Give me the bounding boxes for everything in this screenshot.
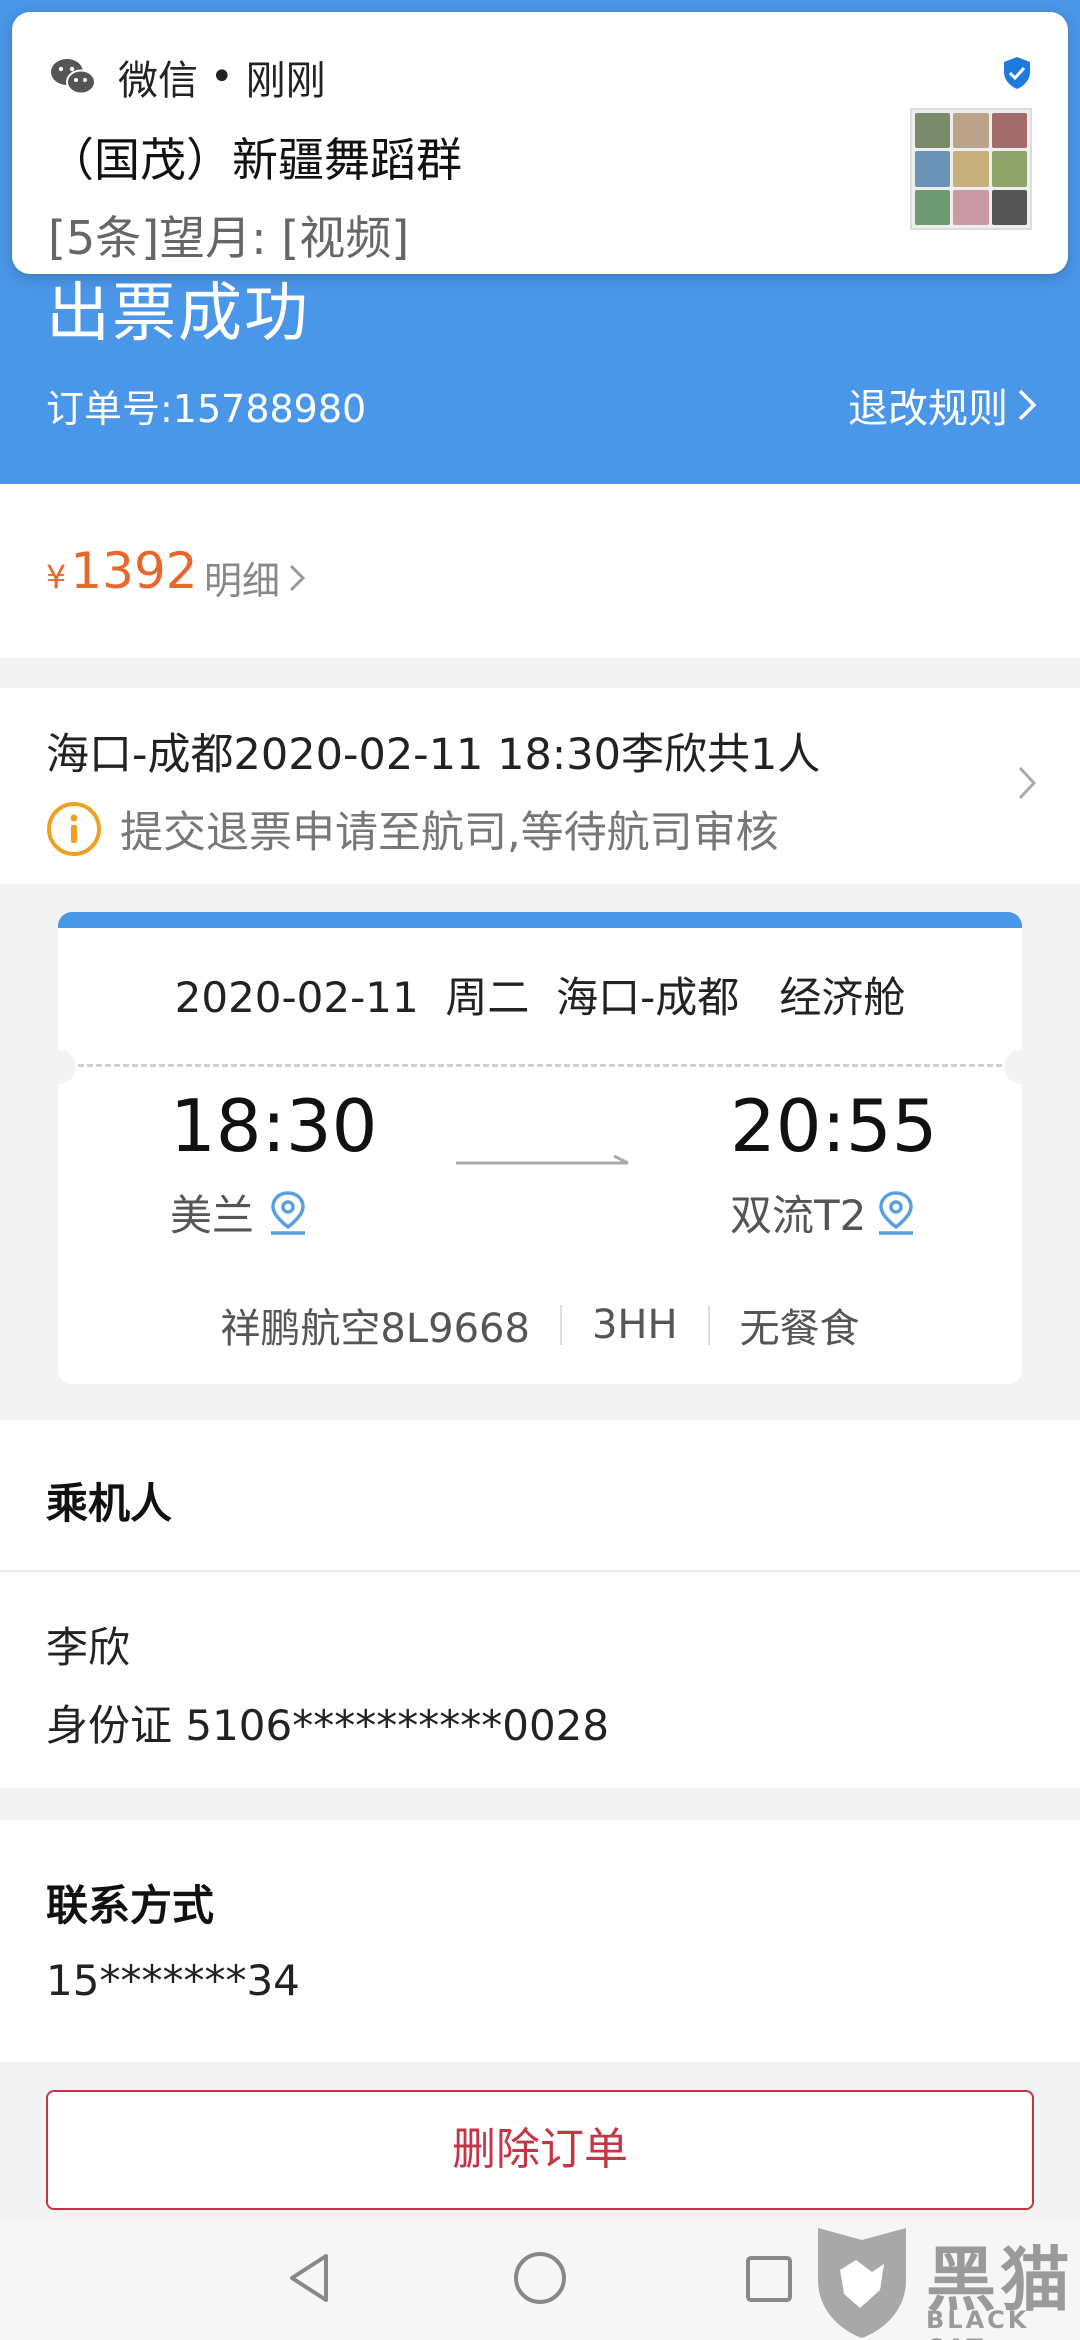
passenger-section: 乘机人 李欣 身份证 5106**********0028 [0, 1420, 1080, 1788]
arrival-airport[interactable]: 双流T2 [730, 1182, 918, 1243]
refund-status-text: 提交退票申请至航司,等待航司审核 [120, 808, 779, 858]
ticket-status-title: 出票成功 [46, 277, 310, 351]
price-section: ¥ 1392 明细 [0, 484, 1080, 658]
notification-app-row: 微信 • 刚刚 [50, 48, 326, 106]
trip-summary-card[interactable]: 海口-成都2020-02-11 18:30李欣共1人 提交退票申请至航司,等待航… [0, 688, 1080, 884]
notification-message: [5条]望月: [视频] [48, 211, 410, 265]
passenger-name: 李欣 [46, 1623, 131, 1672]
departure-airport-name: 美兰 [170, 1191, 255, 1240]
location-pin-icon [879, 1190, 914, 1235]
meta-divider [559, 1305, 562, 1345]
meal-info: 无餐食 [739, 1306, 860, 1352]
contact-phone: 15*******34 [46, 1956, 300, 2005]
blackcat-watermark: 黑猫 BLACK CAT [806, 2220, 1080, 2340]
notification-separator: • [210, 54, 234, 100]
blackcat-logo-icon [818, 2228, 906, 2338]
flight-arrow-icon [456, 1154, 629, 1165]
wechat-icon [51, 59, 96, 95]
departure-time: 18:30 [170, 1084, 378, 1168]
price-detail-link[interactable]: 明细 [204, 550, 306, 605]
notification-app-name: 微信 [118, 58, 198, 104]
group-avatar [910, 108, 1032, 230]
verified-shield-icon [1004, 57, 1030, 89]
ticket-top-bar [58, 912, 1022, 928]
notification-time: 刚刚 [245, 58, 326, 104]
flight-number: 祥鹏航空8L9668 [220, 1306, 530, 1352]
location-pin-icon [271, 1190, 306, 1235]
passenger-heading: 乘机人 [46, 1479, 173, 1528]
delete-order-button[interactable]: 删除订单 [46, 2090, 1034, 2210]
watermark-en: BLACK CAT [926, 2306, 1030, 2340]
total-price: ¥ 1392 [46, 542, 198, 600]
currency-symbol: ¥ [46, 558, 67, 596]
flight-info-line: 2020-02-11 周二 海口-成都 经济舱 [174, 973, 906, 1022]
meta-divider [707, 1305, 710, 1345]
refund-rules-link[interactable]: 退改规则 [848, 376, 1038, 434]
refund-status: 提交退票申请至航司,等待航司审核 [46, 798, 779, 860]
divider [0, 1570, 1080, 1572]
cabin-code: 3HH [591, 1302, 678, 1348]
departure-airport[interactable]: 美兰 [170, 1182, 310, 1243]
home-icon[interactable] [512, 2250, 568, 2306]
passenger-id: 身份证 5106**********0028 [46, 1701, 610, 1750]
contact-section: 联系方式 15*******34 [0, 1820, 1080, 2062]
refund-rules-label: 退改规则 [848, 386, 1008, 432]
chevron-right-icon [1018, 766, 1037, 800]
notification-group-name: （国茂）新疆舞蹈群 [48, 133, 462, 187]
contact-heading: 联系方式 [46, 1881, 215, 1930]
chevron-right-icon [289, 564, 306, 591]
flight-ticket-card: 2020-02-11 周二 海口-成都 经济舱 18:30 20:55 美兰 双… [58, 912, 1022, 1384]
chevron-right-icon [1018, 389, 1037, 421]
arrival-airport-name: 双流T2 [730, 1191, 867, 1240]
arrival-time: 20:55 [730, 1084, 938, 1168]
info-icon [47, 802, 101, 856]
ticket-notch-right [1004, 1050, 1038, 1084]
recents-icon[interactable] [744, 2250, 794, 2306]
ticket-notch-left [42, 1050, 76, 1084]
price-amount: 1392 [70, 542, 198, 600]
price-detail-label: 明细 [204, 559, 281, 603]
wechat-notification[interactable]: 微信 • 刚刚 （国茂）新疆舞蹈群 [5条]望月: [视频] [12, 12, 1068, 274]
flight-meta: 祥鹏航空8L9668 3HH 无餐食 [58, 1296, 1022, 1354]
ticket-divider [78, 1064, 1002, 1067]
order-number: 订单号:15788980 [46, 387, 367, 431]
back-icon[interactable] [284, 2250, 334, 2306]
trip-summary: 海口-成都2020-02-11 18:30李欣共1人 [46, 730, 821, 780]
